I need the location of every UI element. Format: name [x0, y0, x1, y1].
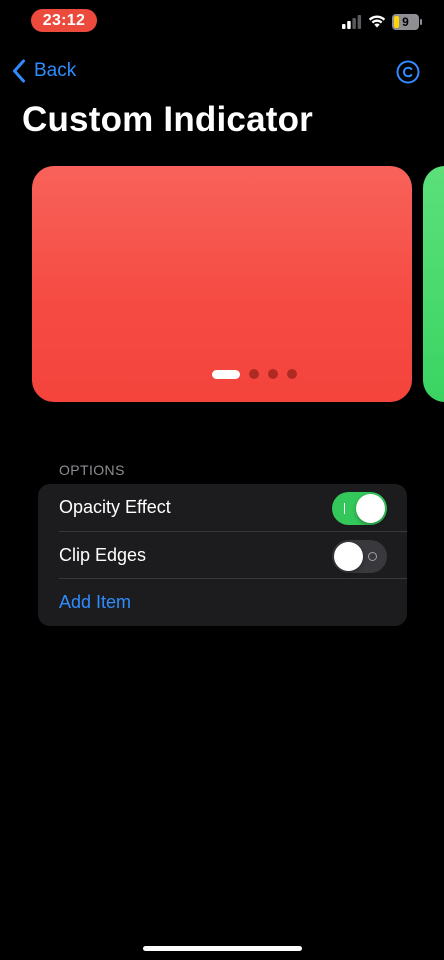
options-section-header: OPTIONS [59, 462, 125, 478]
page-indicator[interactable] [212, 369, 297, 379]
page-dot[interactable] [287, 369, 297, 379]
page-dot[interactable] [249, 369, 259, 379]
back-button[interactable]: Back [12, 56, 76, 86]
wifi-icon [368, 15, 386, 28]
carousel-card-green[interactable] [423, 166, 444, 402]
toggle-knob [334, 542, 363, 571]
page-title: Custom Indicator [22, 100, 313, 139]
signal-icon [342, 15, 362, 29]
carousel-card-red[interactable] [32, 166, 412, 402]
option-row-clip-edges: Clip Edges [38, 532, 407, 579]
option-label: Opacity Effect [59, 497, 171, 517]
page-dot-active[interactable] [212, 369, 240, 379]
options-list: Opacity Effect Clip Edges Add Item [38, 484, 407, 626]
clip-edges-toggle[interactable] [332, 540, 387, 573]
back-label: Back [34, 60, 77, 81]
toggle-on-mark [344, 503, 345, 514]
status-time[interactable]: 23:12 [31, 9, 97, 32]
page-dot[interactable] [268, 369, 278, 379]
status-bar: 23:12 9 [0, 0, 444, 44]
add-item-button[interactable]: Add Item [59, 579, 131, 626]
battery-level-text: 9 [402, 15, 409, 29]
home-indicator[interactable] [143, 946, 302, 951]
option-label: Clip Edges [59, 545, 147, 565]
indicator-carousel[interactable] [0, 166, 444, 402]
toggle-off-mark [368, 552, 377, 561]
battery-icon: 9 [392, 14, 422, 30]
copyright-icon[interactable] [396, 60, 420, 84]
toggle-knob [356, 494, 385, 523]
opacity-effect-toggle[interactable] [332, 492, 387, 525]
option-row-opacity-effect: Opacity Effect [38, 484, 407, 531]
chevron-left-icon [13, 59, 25, 83]
